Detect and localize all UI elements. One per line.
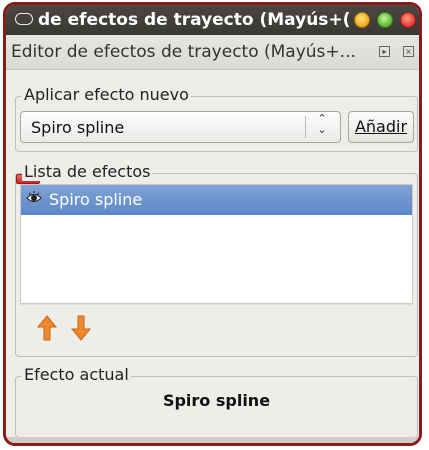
list-item[interactable]: Spiro spline <box>21 185 412 215</box>
title-bar[interactable]: de efectos de trayecto (Mayús+( <box>6 5 419 35</box>
apply-effect-group: Aplicar efecto nuevo Spiro spline ⌃ ⌄ Aña… <box>15 85 418 152</box>
panel-float-icon[interactable]: ▸ <box>379 46 390 57</box>
updown-chevron-icon: ⌃ ⌄ <box>317 112 327 136</box>
bottom-bar <box>6 437 419 443</box>
maximize-button[interactable] <box>377 12 393 28</box>
window-title: de efectos de trayecto (Mayús+( <box>38 10 350 30</box>
current-effect-group: Efecto actual Spiro spline <box>15 365 418 438</box>
move-down-icon[interactable] <box>70 314 92 342</box>
apply-effect-label: Aplicar efecto nuevo <box>22 85 191 104</box>
add-effect-button[interactable]: Añadir <box>348 111 414 143</box>
minimize-button[interactable] <box>354 12 370 28</box>
current-effect-label: Efecto actual <box>22 365 131 384</box>
eye-icon[interactable] <box>26 190 42 206</box>
move-up-icon[interactable] <box>36 314 58 342</box>
combo-divider <box>305 116 306 138</box>
window-frame: de efectos de trayecto (Mayús+( Editor d… <box>3 2 422 446</box>
effect-combo-value: Spiro spline <box>31 118 125 137</box>
close-button[interactable] <box>400 12 416 28</box>
effect-combo[interactable]: Spiro spline ⌃ ⌄ <box>20 111 341 143</box>
current-effect-value: Spiro spline <box>162 391 271 410</box>
panel-close-icon[interactable]: × <box>403 46 414 57</box>
effects-list-label: Lista de efectos <box>22 162 153 181</box>
dock-title: Editor de efectos de trayecto (Mayús+... <box>11 42 356 62</box>
effects-list-group: Lista de efectos Spiro spline <box>15 162 418 357</box>
list-item-label: Spiro spline <box>49 190 143 209</box>
effects-list[interactable]: Spiro spline <box>20 184 413 304</box>
window-menu-icon[interactable] <box>15 13 33 25</box>
dock-header: Editor de efectos de trayecto (Mayús+...… <box>6 35 419 70</box>
toolbar-divider <box>20 304 413 305</box>
